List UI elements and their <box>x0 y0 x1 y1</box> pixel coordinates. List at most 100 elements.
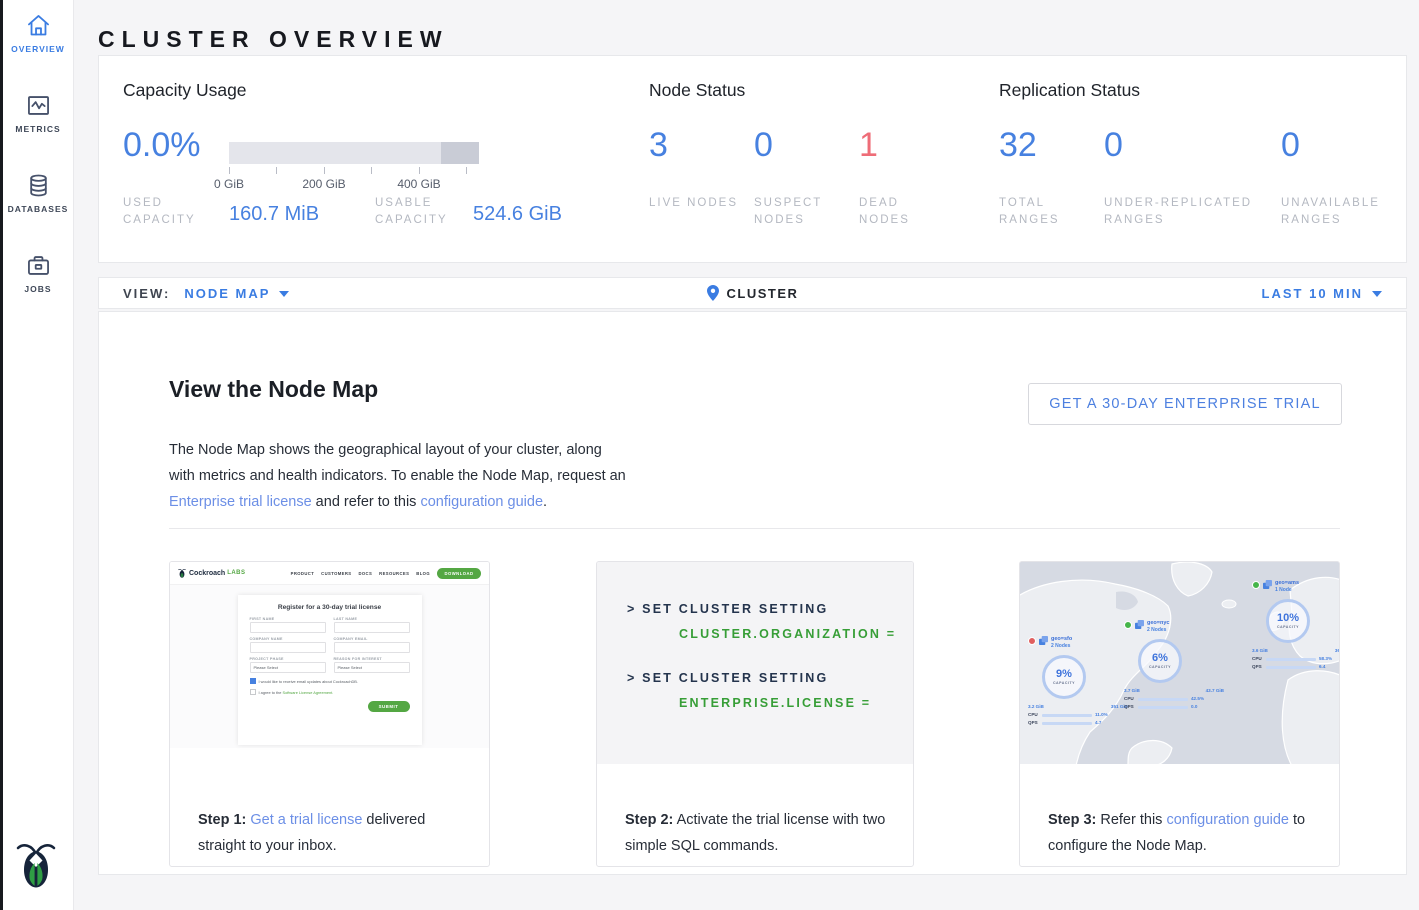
promo-desc-text: The Node Map shows the geographical layo… <box>169 442 626 484</box>
step-3-caption: Step 3: Refer this configuration guide t… <box>1048 807 1316 859</box>
qps-row: QPS0.0 <box>1124 703 1224 711</box>
registration-form: Register for a 30-day trial license FIRS… <box>238 595 422 745</box>
section-divider <box>169 528 1340 529</box>
suspect-nodes-value: 0 <box>754 126 773 165</box>
capacity-percent: 9% <box>1056 669 1072 680</box>
view-label: VIEW: <box>123 286 170 301</box>
time-range-dropdown[interactable]: LAST 10 MIN <box>1262 286 1382 301</box>
capacity-row: 3.2 GiB351 GiB <box>1028 703 1128 711</box>
registration-form-title: Register for a 30-day trial license <box>250 604 410 611</box>
get-trial-license-link[interactable]: Get a trial license <box>250 812 362 828</box>
checkbox-label: I would like to receive email updates ab… <box>259 679 358 684</box>
gauge-tick-label: 400 GiB <box>389 177 449 191</box>
view-selector-dropdown[interactable]: NODE MAP <box>170 286 289 301</box>
locality-nyc: geo=nyc 2 Nodes 6% CAPACITY 3.7 GiB43.7 … <box>1124 620 1228 711</box>
sidebar: OVERVIEW METRICS DATABASES <box>0 0 74 910</box>
breadcrumb-cluster: CLUSTER <box>727 286 799 301</box>
caret-down-icon <box>279 291 289 297</box>
checkbox-unchecked-icon <box>250 689 256 695</box>
view-selector-value: NODE MAP <box>184 286 270 301</box>
locality-name: geo=ams <box>1275 580 1299 587</box>
qps-row: QPS 4.7 <box>1028 719 1128 727</box>
sidebar-item-metrics[interactable]: METRICS <box>3 92 73 134</box>
configuration-guide-link[interactable]: configuration guide <box>420 494 543 510</box>
sql-setting: CLUSTER.ORGANIZATION = <box>679 627 913 641</box>
first-name-input <box>250 622 326 633</box>
reason-for-interest-select: Please Select <box>334 662 410 673</box>
locality-node-count: 2 Nodes <box>1147 627 1169 634</box>
enterprise-trial-license-link[interactable]: Enterprise trial license <box>169 494 312 510</box>
capacity-gauge <box>229 142 479 164</box>
step-prefix: Step 3: <box>1048 812 1096 828</box>
page-title: CLUSTER OVERVIEW <box>98 26 449 53</box>
dead-nodes-value: 1 <box>859 126 878 165</box>
field-label: PROJECT PHASE <box>250 657 326 661</box>
sidebar-item-databases[interactable]: DATABASES <box>3 172 73 214</box>
qps-label: QPS <box>1028 719 1042 727</box>
locality-ams: geo=ams 1 Node 10% CAPACITY 3.6 GiB364 G… <box>1252 580 1340 671</box>
capacity-gauge-reserved-segment <box>441 142 479 164</box>
live-nodes-value: 3 <box>649 126 668 165</box>
locality-title: geo=nyc 2 Nodes <box>1147 620 1169 634</box>
promo-desc-text: and refer to this <box>312 494 421 510</box>
gauge-tick-label: 200 GiB <box>294 177 354 191</box>
promo-heading: View the Node Map <box>169 376 378 403</box>
locality-header: geo=sfo 2 Nodes <box>1028 636 1132 650</box>
cpu-sparkline <box>1042 714 1092 717</box>
company-name-input <box>250 642 326 653</box>
locality-stats: 3.7 GiB43.7 GiB CPU42.5% QPS0.0 <box>1124 687 1224 711</box>
metrics-chart-icon <box>25 92 52 119</box>
under-replicated-ranges-label: UNDER-REPLICATED RANGES <box>1104 195 1269 229</box>
cluster-summary-panel: Capacity Usage 0.0% 0 GiB 200 GiB 400 Gi… <box>98 55 1407 263</box>
cpu-value: 58.3% <box>1319 655 1332 663</box>
configuration-guide-link[interactable]: configuration guide <box>1166 812 1289 828</box>
site-body: Register for a 30-day trial license FIRS… <box>170 584 489 745</box>
locality-title: geo=sfo 2 Nodes <box>1051 636 1072 650</box>
field-label: FIRST NAME <box>250 617 326 621</box>
site-nav-links: PRODUCT CUSTOMERS DOCS RESOURCES BLOG <box>291 571 430 576</box>
breadcrumb: CLUSTER <box>99 285 1406 301</box>
capacity-row: 3.7 GiB43.7 GiB <box>1124 687 1224 695</box>
step-3-card: geo=sfo 2 Nodes 9% CAPACITY 3.2 GiB351 G… <box>1019 561 1340 867</box>
nodes-icon <box>1135 620 1144 629</box>
suspect-nodes-label: SUSPECT NODES <box>754 195 844 229</box>
locality-title: geo=ams 1 Node <box>1275 580 1299 594</box>
step-2-caption: Step 2: Activate the trial license with … <box>625 807 893 859</box>
gauge-tick <box>229 167 230 174</box>
site-navbar: Cockroach LABS PRODUCT CUSTOMERS DOCS RE… <box>170 562 489 584</box>
form-field: REASON FOR INTEREST Please Select <box>334 657 410 673</box>
registration-fields: FIRST NAME LAST NAME COMPANY NAME <box>250 617 410 673</box>
locality-header: geo=nyc 2 Nodes <box>1124 620 1228 634</box>
sidebar-item-label: DATABASES <box>3 204 73 214</box>
field-label: COMPANY EMAIL <box>334 637 410 641</box>
home-icon <box>25 12 52 39</box>
sidebar-item-label: OVERVIEW <box>3 44 73 54</box>
sidebar-item-jobs[interactable]: JOBS <box>3 252 73 294</box>
cpu-label: CPU <box>1252 655 1266 663</box>
locality-header: geo=ams 1 Node <box>1252 580 1340 594</box>
gauge-tick <box>466 167 467 174</box>
form-field: FIRST NAME <box>250 617 326 633</box>
checkbox-checked-icon <box>250 678 256 684</box>
promo-description: The Node Map shows the geographical layo… <box>169 437 629 515</box>
capacity-percent: 10% <box>1277 613 1299 624</box>
used-capacity-label: USED CAPACITY <box>123 195 211 229</box>
locality-node-count: 1 Node <box>1275 587 1299 594</box>
field-label: REASON FOR INTEREST <box>334 657 410 661</box>
sidebar-item-overview[interactable]: OVERVIEW <box>3 12 73 54</box>
cpu-value: 11.0% <box>1095 711 1108 719</box>
database-icon <box>25 172 52 199</box>
gauge-tick <box>419 167 420 174</box>
sql-prompt: > SET CLUSTER SETTING <box>627 602 913 616</box>
get-enterprise-trial-button[interactable]: GET A 30-DAY ENTERPRISE TRIAL <box>1028 383 1342 425</box>
sidebar-item-label: METRICS <box>3 124 73 134</box>
time-range-value: LAST 10 MIN <box>1262 286 1363 301</box>
capacity-ring: 6% CAPACITY <box>1138 639 1182 683</box>
qps-value: 4.7 <box>1095 719 1101 727</box>
last-name-input <box>334 622 410 633</box>
nodes-icon <box>1263 580 1272 589</box>
site-nav-link: CUSTOMERS <box>321 571 351 576</box>
locality-sfo: geo=sfo 2 Nodes 9% CAPACITY 3.2 GiB351 G… <box>1028 636 1132 727</box>
cpu-label: CPU <box>1124 695 1138 703</box>
locality-name: geo=nyc <box>1147 620 1169 627</box>
